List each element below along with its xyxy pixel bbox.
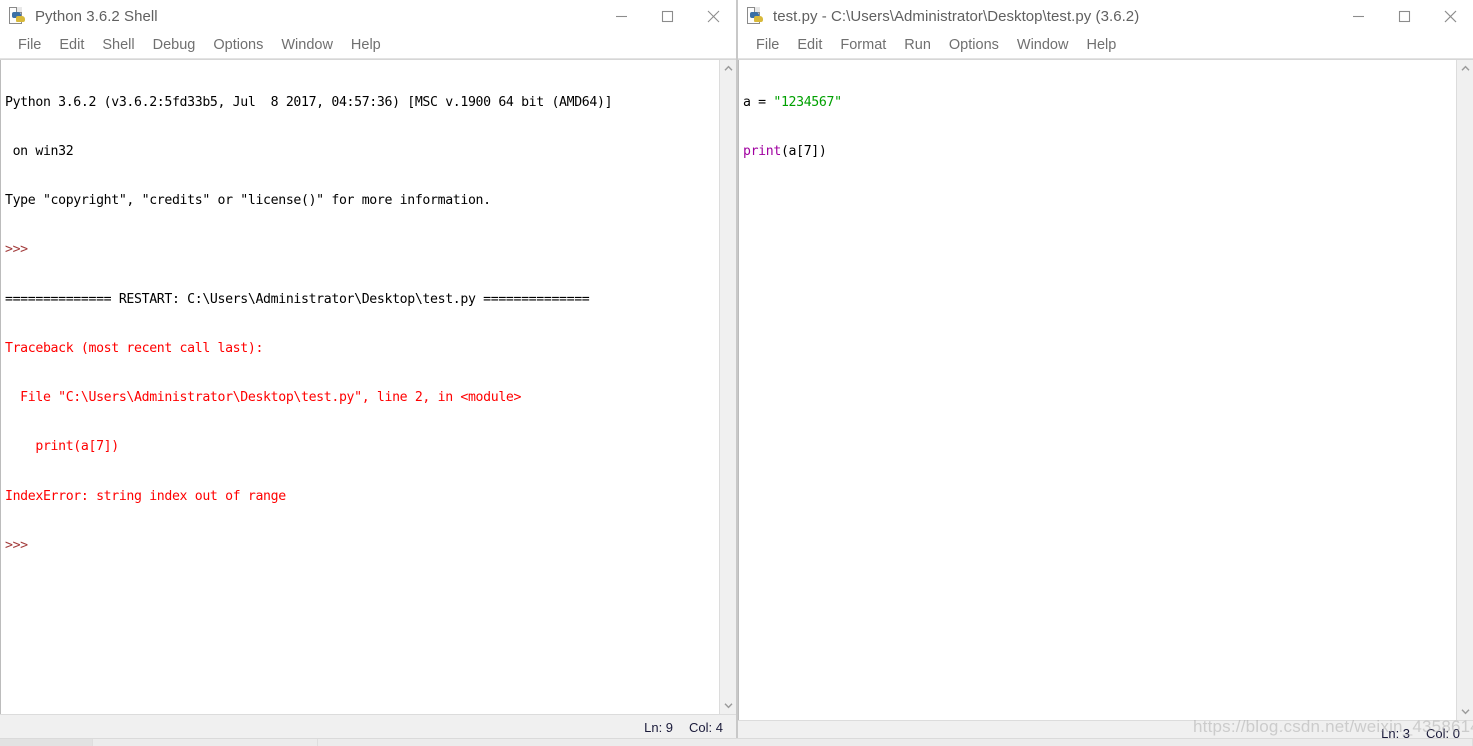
console-line: Python 3.6.2 (v3.6.2:5fd33b5, Jul 8 2017… xyxy=(5,94,613,110)
code-token: a = xyxy=(743,94,774,110)
editor-menu-help[interactable]: Help xyxy=(1077,35,1125,56)
shell-console-output[interactable]: Python 3.6.2 (v3.6.2:5fd33b5, Jul 8 2017… xyxy=(0,60,719,714)
editor-menu-format[interactable]: Format xyxy=(831,35,895,56)
taskbar-segment[interactable] xyxy=(318,739,1473,746)
python-shell-window[interactable]: Python 3.6.2 Shell File Edit Shell Debug… xyxy=(0,0,737,740)
shell-close-button[interactable] xyxy=(690,0,736,32)
editor-menubar: File Edit Format Run Options Window Help xyxy=(738,32,1473,59)
console-prompt: >>> xyxy=(5,242,36,258)
shell-status-column: Col: 4 xyxy=(689,719,723,735)
console-line: Type "copyright", "credits" or "license(… xyxy=(5,193,491,209)
code-line: a = "1234567" xyxy=(743,95,1456,111)
editor-vertical-scrollbar[interactable] xyxy=(1456,60,1473,720)
taskbar[interactable] xyxy=(0,738,1473,746)
code-token-keyword: print xyxy=(743,144,781,160)
python-file-icon xyxy=(7,6,27,26)
editor-scrollbar-track[interactable] xyxy=(1457,77,1473,703)
editor-text-region: a = "1234567" print(a[7]) xyxy=(738,59,1473,720)
taskbar-segment[interactable] xyxy=(0,739,93,746)
shell-titlebar[interactable]: Python 3.6.2 Shell xyxy=(0,0,736,32)
shell-text-region: Python 3.6.2 (v3.6.2:5fd33b5, Jul 8 2017… xyxy=(0,59,736,714)
shell-menubar: File Edit Shell Debug Options Window Hel… xyxy=(0,32,736,59)
desktop-screen: Python 3.6.2 Shell File Edit Shell Debug… xyxy=(0,0,1473,746)
console-traceback-line: print(a[7]) xyxy=(5,439,119,455)
editor-code-area[interactable]: a = "1234567" print(a[7]) xyxy=(738,60,1456,720)
editor-menu-options[interactable]: Options xyxy=(940,35,1008,56)
editor-caption-buttons xyxy=(1335,0,1473,32)
shell-menu-shell[interactable]: Shell xyxy=(93,35,143,56)
scroll-up-arrow-icon[interactable] xyxy=(1457,60,1473,77)
scroll-down-arrow-icon[interactable] xyxy=(1457,703,1473,720)
scroll-down-arrow-icon[interactable] xyxy=(720,697,737,714)
editor-titlebar[interactable]: test.py - C:\Users\Administrator\Desktop… xyxy=(738,0,1473,32)
shell-menu-options[interactable]: Options xyxy=(204,35,272,56)
code-token-string: "1234567" xyxy=(773,94,842,110)
shell-minimize-button[interactable] xyxy=(598,0,644,32)
code-line: print(a[7]) xyxy=(743,144,1456,160)
editor-menu-run[interactable]: Run xyxy=(895,35,940,56)
editor-menu-window[interactable]: Window xyxy=(1008,35,1078,56)
shell-scrollbar-track[interactable] xyxy=(720,77,737,697)
shell-menu-window[interactable]: Window xyxy=(272,35,342,56)
python-file-icon xyxy=(745,6,765,26)
editor-menu-file[interactable]: File xyxy=(747,35,788,56)
shell-statusbar: Ln: 9 Col: 4 xyxy=(0,714,736,739)
scroll-up-arrow-icon[interactable] xyxy=(720,60,737,77)
shell-menu-edit[interactable]: Edit xyxy=(50,35,93,56)
console-restart-line: ============== RESTART: C:\Users\Adminis… xyxy=(5,291,590,307)
shell-menu-help[interactable]: Help xyxy=(342,35,390,56)
shell-menu-file[interactable]: File xyxy=(9,35,50,56)
shell-vertical-scrollbar[interactable] xyxy=(719,60,736,714)
code-token: (a[7]) xyxy=(780,144,827,160)
shell-window-title: Python 3.6.2 Shell xyxy=(35,7,158,25)
shell-maximize-button[interactable] xyxy=(644,0,690,32)
editor-window-title: test.py - C:\Users\Administrator\Desktop… xyxy=(773,7,1140,25)
editor-menu-edit[interactable]: Edit xyxy=(788,35,831,56)
taskbar-segment[interactable] xyxy=(93,739,318,746)
editor-maximize-button[interactable] xyxy=(1381,0,1427,32)
shell-caption-buttons xyxy=(598,0,736,32)
console-traceback-line: Traceback (most recent call last): xyxy=(5,340,264,356)
shell-menu-debug[interactable]: Debug xyxy=(144,35,205,56)
console-prompt: >>> xyxy=(5,537,36,553)
console-line: on win32 xyxy=(5,144,74,160)
console-error-line: IndexError: string index out of range xyxy=(5,488,286,504)
python-editor-window[interactable]: test.py - C:\Users\Administrator\Desktop… xyxy=(737,0,1473,746)
console-traceback-line: File "C:\Users\Administrator\Desktop\tes… xyxy=(5,390,522,406)
editor-close-button[interactable] xyxy=(1427,0,1473,32)
shell-status-line: Ln: 9 xyxy=(644,719,674,735)
editor-minimize-button[interactable] xyxy=(1335,0,1381,32)
